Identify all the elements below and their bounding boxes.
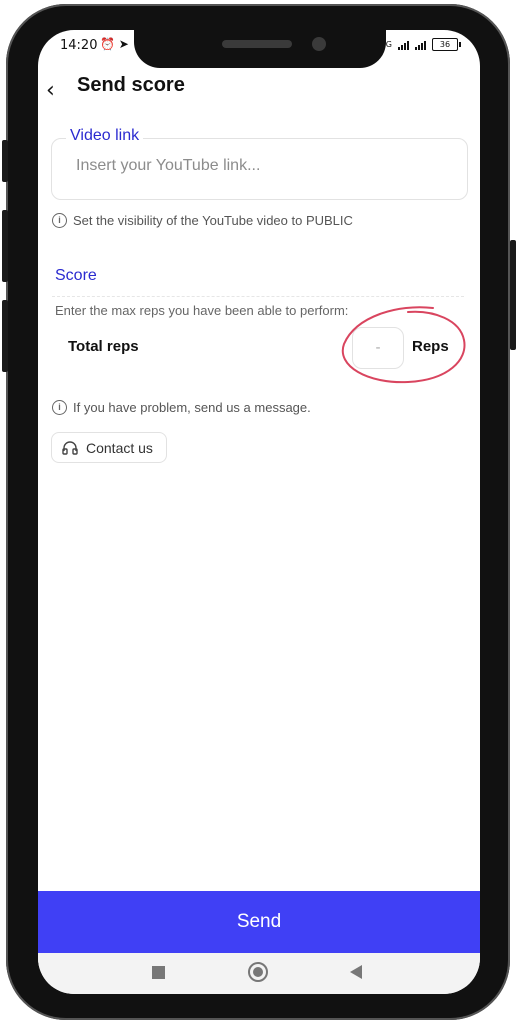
contact-us-button[interactable]: Contact us: [51, 432, 167, 463]
nav-back-icon[interactable]: [350, 965, 362, 979]
status-time: 14:20: [60, 38, 98, 53]
video-link-input[interactable]: Insert your YouTube link...: [51, 138, 468, 200]
highlight-circle-annotation: [341, 306, 466, 384]
speaker-grill: [222, 40, 292, 48]
video-link-label: Video link: [66, 127, 144, 145]
score-help-text: Enter the max reps you have been able to…: [55, 303, 349, 318]
score-section-title: Score: [55, 267, 97, 284]
battery-icon: 36: [432, 38, 461, 51]
front-camera: [312, 37, 326, 51]
headphones-icon: [62, 440, 78, 455]
phone-side-button: [2, 210, 8, 282]
recent-apps-icon[interactable]: [152, 966, 165, 979]
info-icon: i: [52, 213, 67, 228]
status-notification-icons: ⏰ ➤: [100, 37, 129, 51]
visibility-hint: i Set the visibility of the YouTube vide…: [52, 213, 353, 228]
support-hint-text: If you have problem, send us a message.: [73, 400, 311, 415]
battery-level: 36: [439, 40, 451, 49]
signal-icon: [415, 40, 426, 50]
page-title: Send score: [77, 74, 185, 96]
home-icon[interactable]: [248, 962, 268, 982]
back-arrow-icon[interactable]: ‹: [46, 78, 55, 103]
send-button-label: Send: [236, 911, 282, 932]
app-screen: 14:20 ⏰ ➤ 4.5G 36 ‹ Send score Insert yo…: [38, 30, 480, 994]
phone-notch: [134, 26, 386, 68]
phone-side-button: [2, 300, 8, 372]
section-divider: [52, 296, 464, 297]
info-icon: i: [52, 400, 67, 415]
total-reps-label: Total reps: [68, 338, 139, 355]
signal-icon: [398, 40, 409, 50]
contact-us-label: Contact us: [86, 439, 153, 456]
visibility-hint-text: Set the visibility of the YouTube video …: [73, 213, 353, 228]
phone-side-button: [510, 240, 516, 350]
video-link-placeholder: Insert your YouTube link...: [76, 157, 261, 174]
support-hint: i If you have problem, send us a message…: [52, 400, 311, 415]
phone-side-button: [2, 140, 8, 182]
system-nav-bar: [38, 953, 480, 994]
send-button[interactable]: Send: [38, 891, 480, 953]
header: ‹ Send score: [38, 74, 480, 104]
